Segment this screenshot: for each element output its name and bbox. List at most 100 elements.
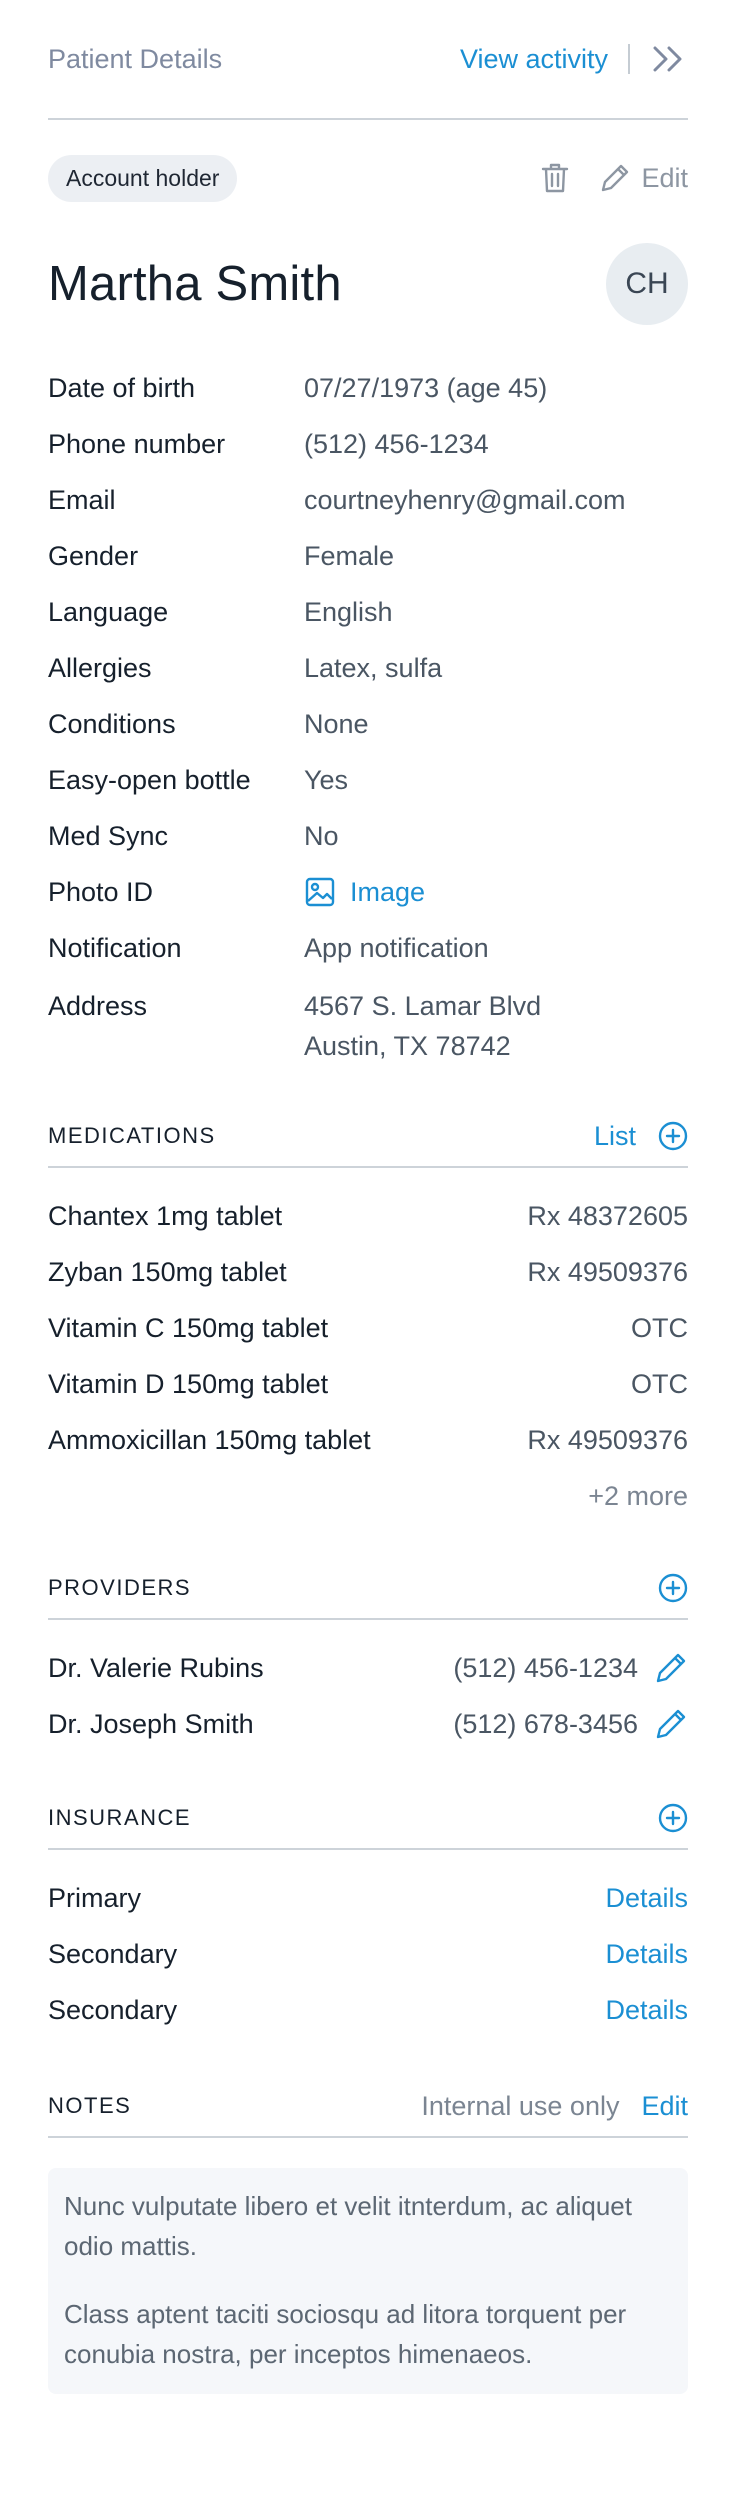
insurance-details-link[interactable]: Details [605,1883,688,1914]
insurance-row: Primary Details [48,1870,688,1926]
edit-patient-button[interactable]: Edit [599,162,688,194]
medication-name: Vitamin D 150mg tablet [48,1368,329,1399]
provider-phone: (512) 456-1234 [453,1652,638,1683]
notes-actions: Internal use only Edit [421,2091,688,2122]
detail-label: Email [48,484,116,515]
detail-value: 07/27/1973 (age 45) [304,372,548,403]
provider-row: Dr. Valerie Rubins (512) 456-1234 [48,1640,688,1696]
detail-row-conditions: Conditions None [48,696,688,752]
medications-list-link[interactable]: List [594,1121,636,1152]
insurance-heading: INSURANCE [48,1805,192,1830]
detail-row-photo-id: Photo ID Image [48,864,688,920]
double-chevron-right-icon[interactable] [650,44,688,74]
patient-actions: Edit [541,162,688,194]
medication-name: Ammoxicillan 150mg tablet [48,1424,371,1455]
medication-rx: OTC [631,1368,688,1399]
view-activity-link[interactable]: View activity [460,44,608,75]
detail-label: Allergies [48,652,152,683]
detail-value: courtneyhenry@gmail.com [304,484,626,515]
detail-label: Phone number [48,428,226,459]
insurance-header: INSURANCE [48,1788,688,1850]
provider-row: Dr. Joseph Smith (512) 678-3456 [48,1696,688,1752]
medications-heading: MEDICATIONS [48,1123,216,1148]
insurance-actions [658,1803,688,1833]
badge-row: Account holder Edit [48,154,688,202]
pencil-icon[interactable] [654,1651,688,1685]
providers-header: PROVIDERS [48,1558,688,1620]
medication-name: Chantex 1mg tablet [48,1200,283,1231]
add-insurance-plus-icon[interactable] [658,1803,688,1833]
detail-row-easy-open: Easy-open bottle Yes [48,752,688,808]
image-link-label: Image [350,876,426,907]
delete-button[interactable] [541,162,569,194]
medication-rx: Rx 49509376 [527,1256,688,1287]
detail-row-gender: Gender Female [48,528,688,584]
medication-rx: OTC [631,1312,688,1343]
edit-notes-link[interactable]: Edit [641,2091,688,2122]
insurance-row: Secondary Details [48,1926,688,1982]
patient-details-panel: Patient Details View activity Account ho… [0,0,736,2504]
notes-content: Nunc vulputate libero et velit itnterdum… [48,2168,688,2394]
detail-row-notification: Notification App notification [48,920,688,976]
detail-value: English [304,596,393,627]
pencil-icon[interactable] [654,1707,688,1741]
divider [628,44,630,74]
provider-phone: (512) 678-3456 [453,1708,638,1739]
address-line-2: Austin, TX 78742 [304,1031,511,1061]
medication-row[interactable]: Chantex 1mg tablet Rx 48372605 [48,1188,688,1244]
detail-row-allergies: Allergies Latex, sulfa [48,640,688,696]
note-paragraph: Nunc vulputate libero et velit itnterdum… [64,2191,632,2261]
medications-list: Chantex 1mg tablet Rx 48372605 Zyban 150… [48,1188,688,1524]
insurance-section: INSURANCE Primary Details Secondary Deta… [48,1788,688,2038]
detail-row-language: Language English [48,584,688,640]
provider-name: Dr. Valerie Rubins [48,1652,264,1683]
top-actions: View activity [460,44,688,75]
photo-id-image-link[interactable]: Image [304,876,425,908]
detail-label: Gender [48,540,139,571]
image-icon [304,876,336,908]
medication-name: Vitamin C 150mg tablet [48,1312,329,1343]
insurance-details-link[interactable]: Details [605,1995,688,2026]
note-paragraph: Class aptent taciti sociosqu ad litora t… [64,2299,627,2369]
provider-name: Dr. Joseph Smith [48,1708,254,1739]
medications-header: MEDICATIONS List [48,1106,688,1168]
top-bar: Patient Details View activity [48,0,688,120]
medication-row[interactable]: Zyban 150mg tablet Rx 49509376 [48,1244,688,1300]
insurance-row: Secondary Details [48,1982,688,2038]
detail-value: App notification [304,932,489,963]
detail-value: None [304,708,369,739]
avatar[interactable]: CH [606,243,688,325]
panel-title: Patient Details [48,43,223,74]
detail-row-dob: Date of birth 07/27/1973 (age 45) [48,360,688,416]
notes-heading: NOTES [48,2093,132,2118]
add-provider-plus-icon[interactable] [658,1573,688,1603]
medication-rx: Rx 48372605 [527,1200,688,1231]
detail-label: Date of birth [48,372,196,403]
medication-row[interactable]: Vitamin D 150mg tablet OTC [48,1356,688,1412]
detail-label: Language [48,596,169,627]
add-medication-plus-icon[interactable] [658,1121,688,1151]
internal-use-label: Internal use only [421,2090,620,2121]
detail-value: Latex, sulfa [304,652,443,683]
insurance-label: Primary [48,1882,141,1913]
name-row: Martha Smith CH [48,242,688,326]
detail-label: Easy-open bottle [48,764,251,795]
pencil-icon [599,162,631,194]
detail-label: Notification [48,932,182,963]
address-value: 4567 S. Lamar Blvd Austin, TX 78742 [304,986,541,1066]
detail-row-email: Email courtneyhenry@gmail.com [48,472,688,528]
detail-row-address: Address 4567 S. Lamar Blvd Austin, TX 78… [48,976,688,1061]
provider-contact: (512) 678-3456 [453,1707,688,1741]
medication-row[interactable]: Vitamin C 150mg tablet OTC [48,1300,688,1356]
insurance-details-link[interactable]: Details [605,1939,688,1970]
account-holder-badge: Account holder [48,154,238,202]
detail-label: Med Sync [48,820,169,851]
more-medications-link[interactable]: +2 more [48,1468,688,1524]
medication-rx: Rx 49509376 [527,1424,688,1455]
medication-row[interactable]: Ammoxicillan 150mg tablet Rx 49509376 [48,1412,688,1468]
detail-row-phone: Phone number (512) 456-1234 [48,416,688,472]
providers-list: Dr. Valerie Rubins (512) 456-1234 Dr. Jo… [48,1640,688,1752]
providers-section: PROVIDERS Dr. Valerie Rubins (512) 456-1… [48,1558,688,1752]
providers-actions [658,1573,688,1603]
detail-row-med-sync: Med Sync No [48,808,688,864]
